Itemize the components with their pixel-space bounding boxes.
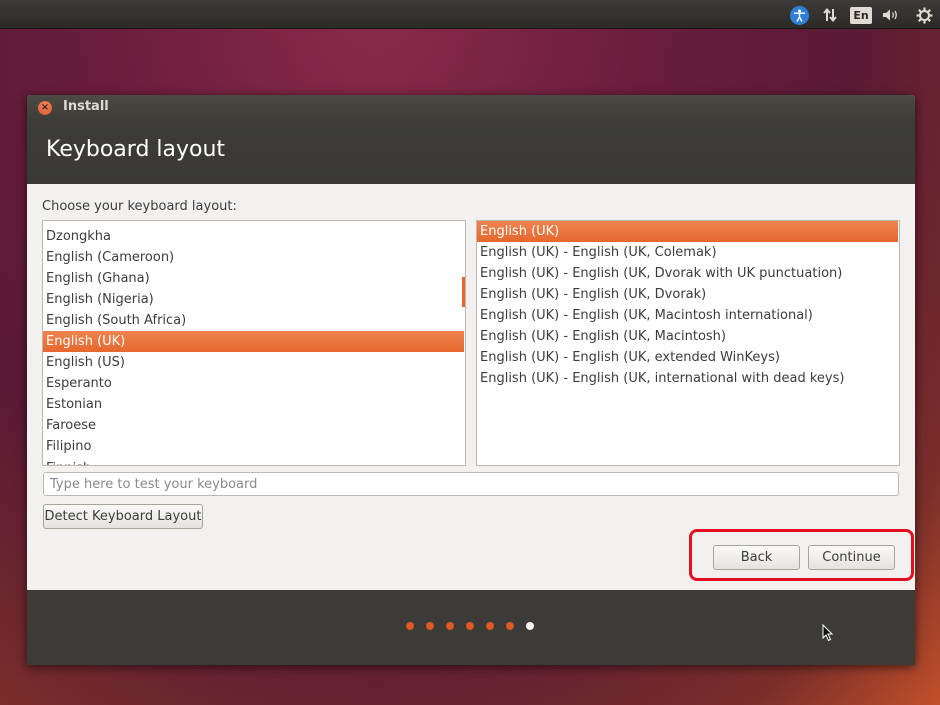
variant-list-item[interactable]: English (UK) - English (UK, Macintosh in…	[477, 305, 898, 326]
language-indicator: En	[850, 6, 872, 24]
top-panel: En	[0, 0, 940, 29]
variant-list-item[interactable]: English (UK) - English (UK, Dvorak)	[477, 284, 898, 305]
scroll-indicator[interactable]	[462, 277, 465, 307]
mouse-cursor-icon	[822, 624, 834, 642]
layout-list-item[interactable]: English (Ghana)	[43, 268, 464, 289]
progress-dots	[406, 622, 534, 630]
page-title: Keyboard layout	[46, 137, 226, 162]
variant-list-item[interactable]: English (UK) - English (UK, Colemak)	[477, 242, 898, 263]
window-titlebar: × Install Keyboard layout	[27, 95, 915, 184]
variant-list-item[interactable]: English (UK) - English (UK, Dvorak with …	[477, 263, 898, 284]
keyboard-language-icon[interactable]: En	[850, 4, 872, 26]
variant-list-item[interactable]: English (UK) - English (UK, internationa…	[477, 368, 898, 389]
installer-window: × Install Keyboard layout Choose your ke…	[27, 95, 915, 665]
variant-list-item[interactable]: English (UK) - English (UK, extended Win…	[477, 347, 898, 368]
layout-list-item[interactable]: Dzongkha	[43, 226, 464, 247]
layout-list-item[interactable]: English (US)	[43, 352, 464, 373]
close-icon[interactable]: ×	[38, 101, 52, 115]
layout-list-item[interactable]: Esperanto	[43, 373, 464, 394]
layout-list-item[interactable]: Filipino	[43, 436, 464, 457]
layout-list-item[interactable]: English (Cameroon)	[43, 247, 464, 268]
choose-layout-label: Choose your keyboard layout:	[42, 199, 237, 214]
variant-list-item[interactable]: English (UK)	[477, 221, 898, 242]
partial-list-item: Finnish	[46, 461, 91, 465]
layout-list-item[interactable]: Faroese	[43, 415, 464, 436]
back-button[interactable]: Back	[713, 545, 800, 570]
variant-list[interactable]: English (UK) English (UK) - English (UK, …	[476, 220, 900, 466]
progress-dot	[446, 622, 454, 630]
layout-list-item[interactable]: English (South Africa)	[43, 310, 464, 331]
gear-icon[interactable]	[913, 4, 935, 26]
accessibility-icon[interactable]	[788, 4, 810, 26]
continue-button[interactable]: Continue	[808, 545, 895, 570]
layout-list-item[interactable]: Estonian	[43, 394, 464, 415]
detect-keyboard-layout-button[interactable]: Detect Keyboard Layout	[43, 504, 203, 529]
progress-dot	[486, 622, 494, 630]
volume-icon[interactable]	[880, 4, 902, 26]
layout-list-item[interactable]: English (Nigeria)	[43, 289, 464, 310]
layout-list-item[interactable]: English (UK)	[43, 331, 464, 352]
progress-footer	[27, 590, 915, 665]
window-title: Install	[63, 99, 109, 114]
variant-list-item[interactable]: English (UK) - English (UK, Macintosh)	[477, 326, 898, 347]
progress-dot	[526, 622, 534, 630]
layout-list[interactable]: Dzongkha English (Cameroon) English (Ghana…	[42, 220, 466, 466]
keyboard-test-input[interactable]	[43, 472, 899, 496]
network-icon[interactable]	[820, 4, 840, 26]
progress-dot	[506, 622, 514, 630]
progress-dot	[406, 622, 414, 630]
progress-dot	[466, 622, 474, 630]
progress-dot	[426, 622, 434, 630]
